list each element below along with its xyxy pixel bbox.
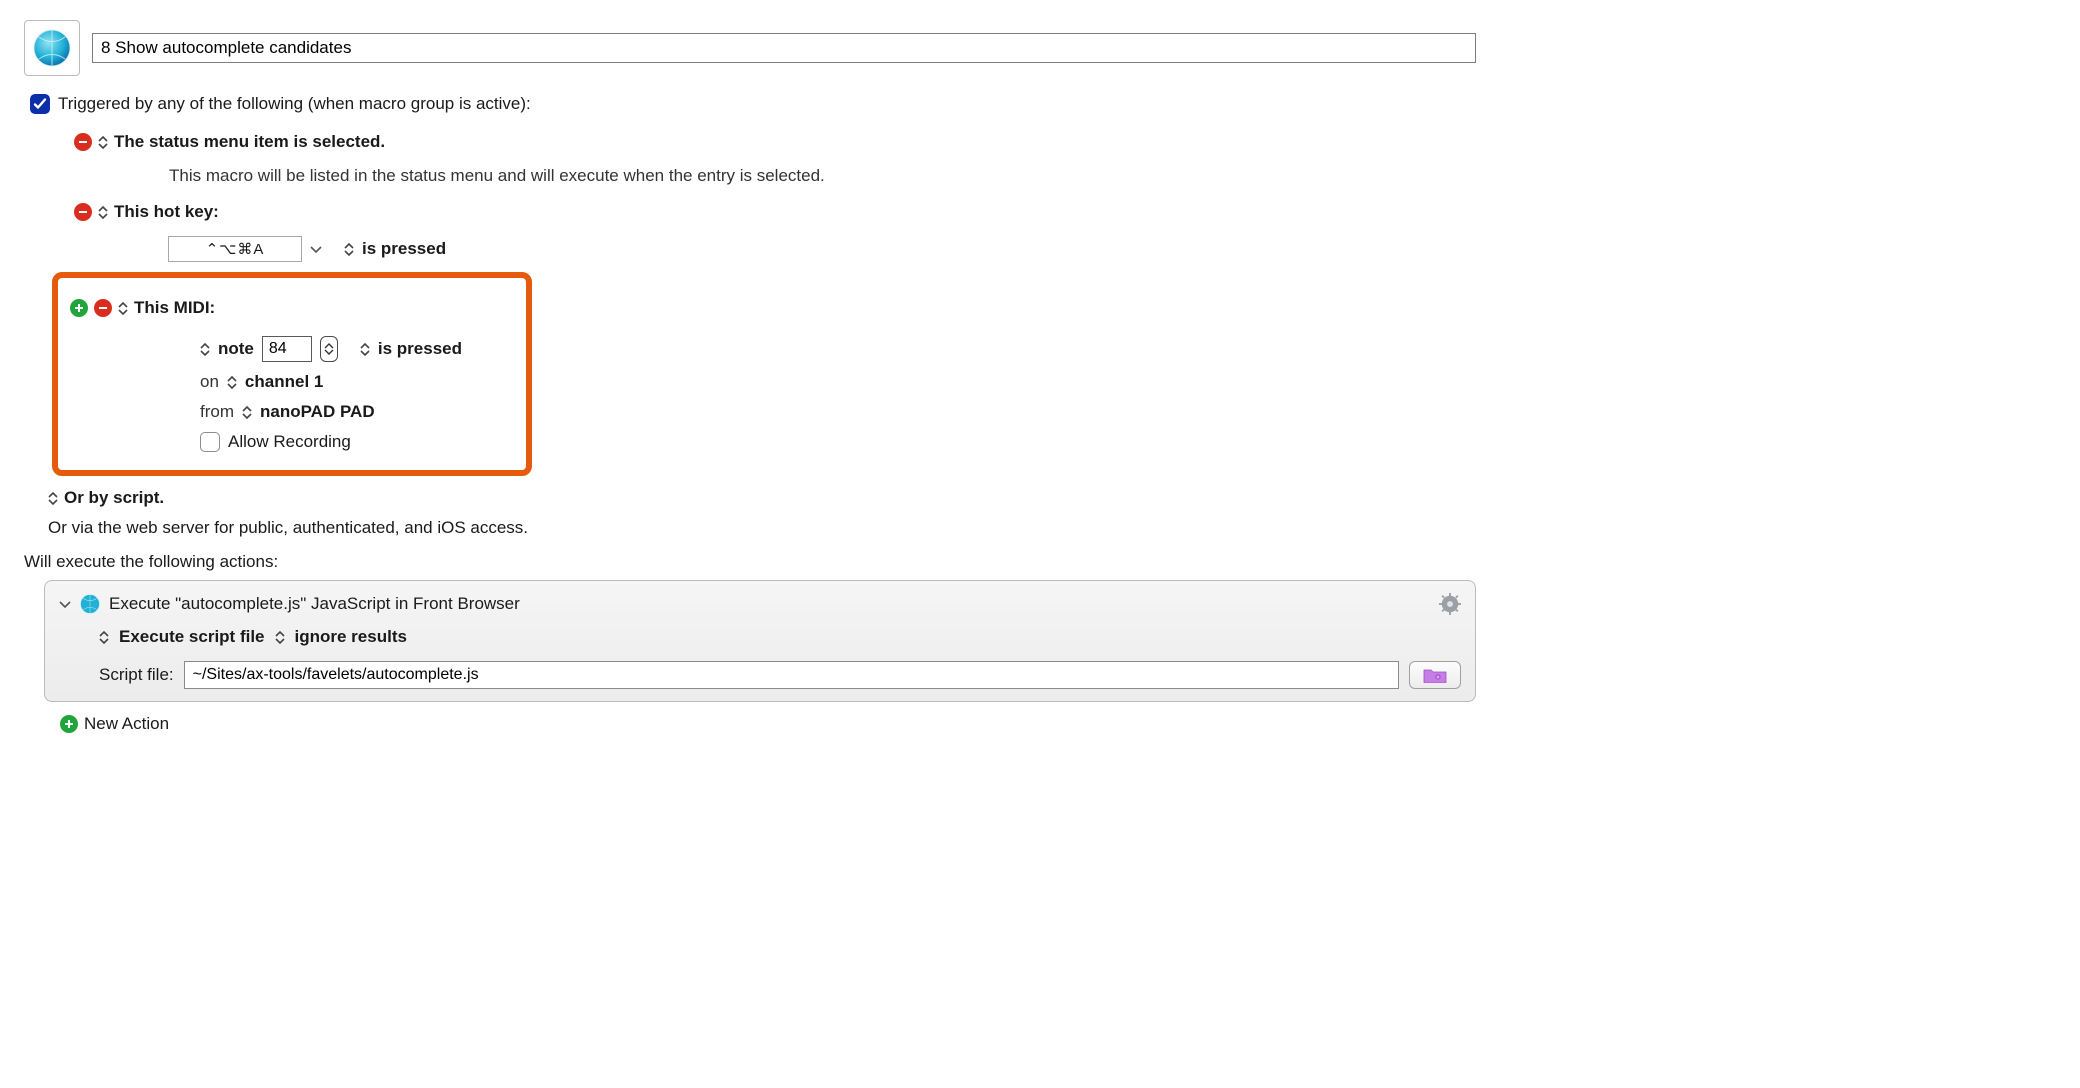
choose-file-button[interactable] <box>1409 661 1461 689</box>
add-trigger-button[interactable] <box>70 299 88 317</box>
midi-device-label: nanoPAD PAD <box>260 402 375 422</box>
hotkey-state-label: is pressed <box>362 239 446 259</box>
action-item[interactable]: Execute "autocomplete.js" JavaScript in … <box>44 580 1476 702</box>
action-results-selector[interactable] <box>275 631 285 644</box>
action-title: Execute "autocomplete.js" JavaScript in … <box>109 594 520 614</box>
hotkey-state-selector[interactable] <box>344 243 354 256</box>
execute-actions-header: Will execute the following actions: <box>24 552 1476 572</box>
midi-state-selector[interactable] <box>360 343 370 356</box>
new-action-label: New Action <box>84 714 169 734</box>
enable-triggers-checkbox[interactable] <box>30 94 50 114</box>
allow-recording-label: Allow Recording <box>228 432 351 452</box>
trigger-midi-label: This MIDI: <box>134 298 215 318</box>
script-trigger-selector[interactable] <box>48 492 58 505</box>
midi-trigger-highlight: This MIDI: note is pressed on <box>52 272 532 476</box>
remove-trigger-button[interactable] <box>74 133 92 151</box>
remove-trigger-button[interactable] <box>94 299 112 317</box>
macro-icon-well[interactable] <box>24 20 80 76</box>
midi-channel-label: channel 1 <box>245 372 323 392</box>
midi-device-selector[interactable] <box>242 406 252 419</box>
or-by-script-label: Or by script. <box>64 488 164 508</box>
allow-recording-checkbox[interactable] <box>200 432 220 452</box>
or-via-web-label: Or via the web server for public, authen… <box>48 518 1476 538</box>
trigger-hotkey-label: This hot key: <box>114 202 219 222</box>
globe-icon <box>31 27 73 69</box>
midi-on-label: on <box>200 372 219 392</box>
triggered-by-label: Triggered by any of the following (when … <box>58 94 531 114</box>
add-action-button[interactable] <box>60 715 78 733</box>
hotkey-field[interactable]: ⌃⌥⌘A <box>168 236 302 262</box>
action-mode-label: Execute script file <box>119 627 265 647</box>
midi-channel-selector[interactable] <box>227 376 237 389</box>
midi-from-label: from <box>200 402 234 422</box>
remove-trigger-button[interactable] <box>74 203 92 221</box>
trigger-type-selector[interactable] <box>98 206 108 219</box>
script-file-path-input[interactable] <box>184 661 1399 689</box>
trigger-status-menu-description: This macro will be listed in the status … <box>169 166 1476 186</box>
action-disclosure-toggle[interactable] <box>59 600 71 608</box>
script-file-label: Script file: <box>99 665 174 685</box>
action-mode-selector[interactable] <box>99 631 109 644</box>
midi-note-type-selector[interactable] <box>200 343 210 356</box>
midi-state-label: is pressed <box>378 339 462 359</box>
action-results-label: ignore results <box>295 627 407 647</box>
hotkey-options-menu[interactable] <box>310 245 322 253</box>
midi-note-label: note <box>218 339 254 359</box>
action-gear-button[interactable] <box>1439 593 1461 615</box>
macro-title-input[interactable] <box>92 33 1476 63</box>
midi-note-input[interactable] <box>262 336 312 362</box>
trigger-type-selector[interactable] <box>98 136 108 149</box>
midi-note-stepper[interactable] <box>320 336 338 362</box>
trigger-type-selector[interactable] <box>118 302 128 315</box>
trigger-status-menu-label: The status menu item is selected. <box>114 132 385 152</box>
globe-icon <box>79 593 101 615</box>
